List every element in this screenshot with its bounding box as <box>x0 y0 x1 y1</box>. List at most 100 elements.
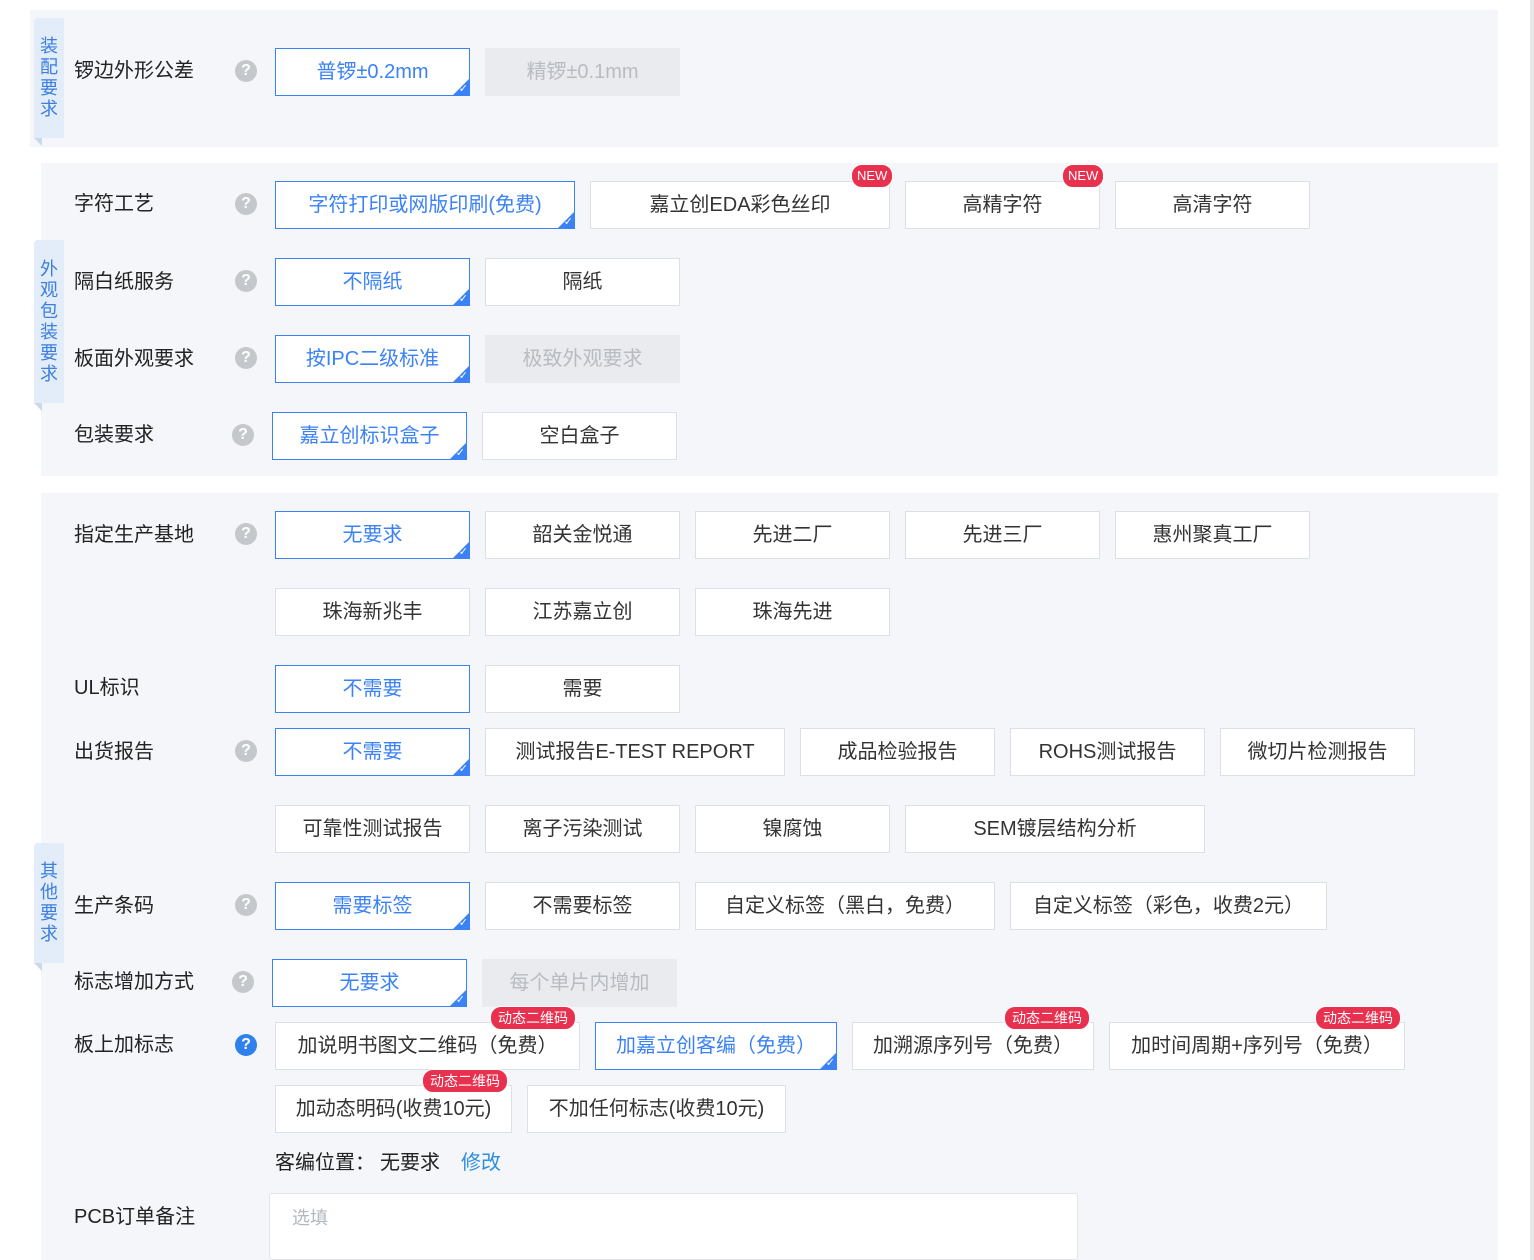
dynamic-qr-badge: 动态二维码 <box>422 1069 508 1093</box>
option-label: 先进二厂 <box>752 524 833 546</box>
shipping-report-label: 出货报告 <box>74 741 154 763</box>
customer-code-edit-link[interactable]: 修改 <box>461 1149 501 1177</box>
option-mark-method-0[interactable]: 无要求 ✓ <box>272 959 467 1007</box>
option-label: 不需要 <box>342 741 403 763</box>
question-circle-icon[interactable]: ? <box>235 894 257 916</box>
option-label: 需要 <box>562 678 603 700</box>
checkmark-icon: ✓ <box>458 370 468 382</box>
option-label: 极致外观要求 <box>522 348 643 370</box>
option-factory-4[interactable]: 惠州聚真工厂 <box>1115 511 1310 559</box>
option-label: 无要求 <box>339 972 400 994</box>
checkmark-icon: ✓ <box>458 83 468 95</box>
option-ul-mark-0[interactable]: 不需要 <box>275 665 470 713</box>
option-shipping-report-3[interactable]: ROHS测试报告 <box>1010 728 1205 776</box>
option-label: 需要标签 <box>332 895 413 917</box>
question-circle-icon[interactable]: ? <box>235 1034 257 1056</box>
option-shipping-report-6[interactable]: 离子污染测试 <box>485 805 680 853</box>
option-silkscreen-2[interactable]: 高精字符 <box>905 181 1100 229</box>
option-edge-tolerance-1[interactable]: 精锣±0.1mm <box>485 48 680 96</box>
option-barcode-2[interactable]: 自定义标签（黑白，免费） <box>695 882 995 930</box>
option-barcode-1[interactable]: 不需要标签 <box>485 882 680 930</box>
checkmark-icon: ✓ <box>563 216 573 228</box>
option-label: 加溯源序列号（免费） <box>873 1035 1073 1057</box>
section-tab-appearance-label: 外观包装要求 <box>40 258 58 384</box>
remarks-textarea[interactable]: 选填 <box>269 1193 1078 1260</box>
option-factory-0[interactable]: 无要求 ✓ <box>275 511 470 559</box>
barcode-label: 生产条码 <box>74 895 154 917</box>
option-label: 江苏嘉立创 <box>532 601 633 623</box>
option-silkscreen-1[interactable]: 嘉立创EDA彩色丝印 <box>590 181 890 229</box>
board-mark-label: 板上加标志 <box>74 1034 174 1056</box>
option-label: 成品检验报告 <box>837 741 958 763</box>
question-circle-icon[interactable]: ? <box>235 347 257 369</box>
option-factory-1[interactable]: 韶关金悦通 <box>485 511 680 559</box>
question-circle-icon[interactable]: ? <box>235 523 257 545</box>
option-label: 不需要标签 <box>532 895 633 917</box>
option-silkscreen-3[interactable]: 高清字符 <box>1115 181 1310 229</box>
option-label: 嘉立创EDA彩色丝印 <box>649 194 831 216</box>
option-barcode-3[interactable]: 自定义标签（彩色，收费2元） <box>1010 882 1327 930</box>
option-silkscreen-0[interactable]: 字符打印或网版印刷(免费) ✓ <box>275 181 575 229</box>
question-circle-icon[interactable]: ? <box>235 60 257 82</box>
option-label: 珠海先进 <box>752 601 833 623</box>
option-packaging-1[interactable]: 空白盒子 <box>482 412 677 460</box>
option-board-mark-5[interactable]: 不加任何标志(收费10元) <box>527 1085 786 1133</box>
section-tab-assembly: 装配要求 <box>34 18 64 146</box>
option-barcode-0[interactable]: 需要标签 ✓ <box>275 882 470 930</box>
option-factory-5[interactable]: 珠海新兆丰 <box>275 588 470 636</box>
option-label: 微切片检测报告 <box>1247 741 1388 763</box>
ul-mark-label: UL标识 <box>74 677 140 699</box>
checkmark-icon: ✓ <box>458 917 468 929</box>
option-mark-method-1[interactable]: 每个单片内增加 <box>482 959 677 1007</box>
new-badge: NEW <box>851 164 894 188</box>
option-label: 加时间周期+序列号（免费） <box>1131 1035 1383 1057</box>
section-tab-assembly-label: 装配要求 <box>40 36 58 119</box>
option-shipping-report-2[interactable]: 成品检验报告 <box>800 728 995 776</box>
option-ul-mark-1[interactable]: 需要 <box>485 665 680 713</box>
question-circle-icon[interactable]: ? <box>235 740 257 762</box>
option-factory-2[interactable]: 先进二厂 <box>695 511 890 559</box>
option-factory-6[interactable]: 江苏嘉立创 <box>485 588 680 636</box>
section-tab-other: 其他要求 <box>34 843 64 971</box>
option-packaging-0[interactable]: 嘉立创标识盒子 ✓ <box>272 412 467 460</box>
mark-method-label: 标志增加方式 <box>74 971 194 993</box>
question-circle-icon[interactable]: ? <box>232 971 254 993</box>
option-separator-1[interactable]: 隔纸 <box>485 258 680 306</box>
checkmark-icon: ✓ <box>458 546 468 558</box>
checkmark-icon: ✓ <box>825 1057 835 1069</box>
option-label: 高精字符 <box>962 194 1043 216</box>
option-label: 高清字符 <box>1172 194 1253 216</box>
dynamic-qr-badge: 动态二维码 <box>490 1006 576 1030</box>
option-shipping-report-5[interactable]: 可靠性测试报告 <box>275 805 470 853</box>
edge-tolerance-label: 锣边外形公差 <box>74 60 194 82</box>
option-label: 自定义标签（黑白，免费） <box>725 895 965 917</box>
option-factory-3[interactable]: 先进三厂 <box>905 511 1100 559</box>
question-circle-icon[interactable]: ? <box>235 193 257 215</box>
option-shipping-report-4[interactable]: 微切片检测报告 <box>1220 728 1415 776</box>
checkmark-icon: ✓ <box>455 447 465 459</box>
new-badge: NEW <box>1062 164 1105 188</box>
option-label: SEM镀层结构分析 <box>973 818 1137 840</box>
option-label: 自定义标签（彩色，收费2元） <box>1032 895 1305 917</box>
option-label: 不需要 <box>342 678 403 700</box>
option-shipping-report-0[interactable]: 不需要 ✓ <box>275 728 470 776</box>
option-shipping-report-7[interactable]: 镍腐蚀 <box>695 805 890 853</box>
question-circle-icon[interactable]: ? <box>235 270 257 292</box>
option-shipping-report-1[interactable]: 测试报告E-TEST REPORT <box>485 728 785 776</box>
checkmark-icon: ✓ <box>458 293 468 305</box>
option-board-mark-1[interactable]: 加嘉立创客编（免费） ✓ <box>595 1022 837 1070</box>
option-label: 普锣±0.2mm <box>316 61 429 83</box>
question-circle-icon[interactable]: ? <box>232 424 254 446</box>
option-board-appearance-0[interactable]: 按IPC二级标准 ✓ <box>275 335 470 383</box>
option-label: 无要求 <box>342 524 403 546</box>
option-separator-0[interactable]: 不隔纸 ✓ <box>275 258 470 306</box>
option-shipping-report-8[interactable]: SEM镀层结构分析 <box>905 805 1205 853</box>
option-label: 加动态明码(收费10元) <box>295 1098 492 1120</box>
scrollbar-track[interactable] <box>1530 0 1534 1260</box>
option-board-appearance-1[interactable]: 极致外观要求 <box>485 335 680 383</box>
dynamic-qr-badge: 动态二维码 <box>1004 1006 1090 1030</box>
option-factory-7[interactable]: 珠海先进 <box>695 588 890 636</box>
checkmark-icon: ✓ <box>458 763 468 775</box>
remarks-placeholder: 选填 <box>292 1208 328 1228</box>
option-edge-tolerance-0[interactable]: 普锣±0.2mm ✓ <box>275 48 470 96</box>
